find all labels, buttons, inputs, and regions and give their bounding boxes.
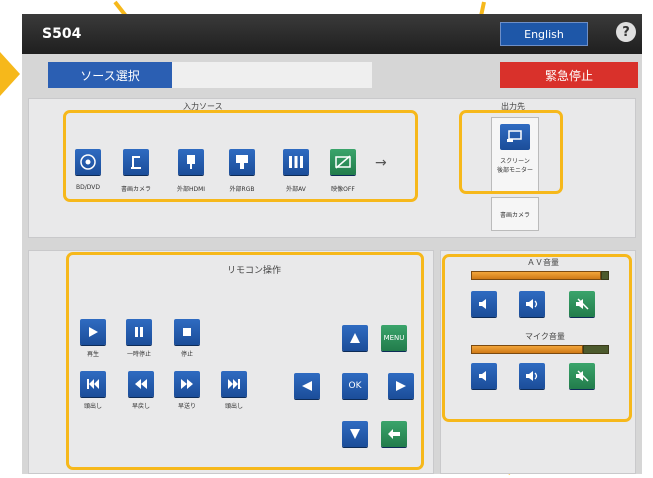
highlight-audio-controls bbox=[442, 254, 632, 422]
highlight-source-buttons bbox=[63, 110, 418, 202]
highlight-output-buttons bbox=[459, 110, 563, 194]
highlight-remote-controls bbox=[66, 252, 424, 470]
help-icon[interactable]: ? bbox=[616, 22, 636, 42]
output-document-camera-button[interactable]: 書画カメラ bbox=[491, 197, 539, 231]
source-select-button[interactable]: ソース選択 bbox=[48, 62, 172, 88]
source-strip bbox=[172, 62, 372, 88]
touch-panel-screen: S504 English ? ソース選択 緊急停止 入力ソース 出力先 BD/D… bbox=[22, 14, 642, 474]
room-name: S504 bbox=[42, 26, 82, 42]
annotation-corner-wedge bbox=[0, 52, 20, 96]
language-button[interactable]: English bbox=[500, 22, 588, 46]
emergency-stop-button[interactable]: 緊急停止 bbox=[500, 62, 638, 88]
top-bar: S504 English ? bbox=[22, 14, 642, 54]
